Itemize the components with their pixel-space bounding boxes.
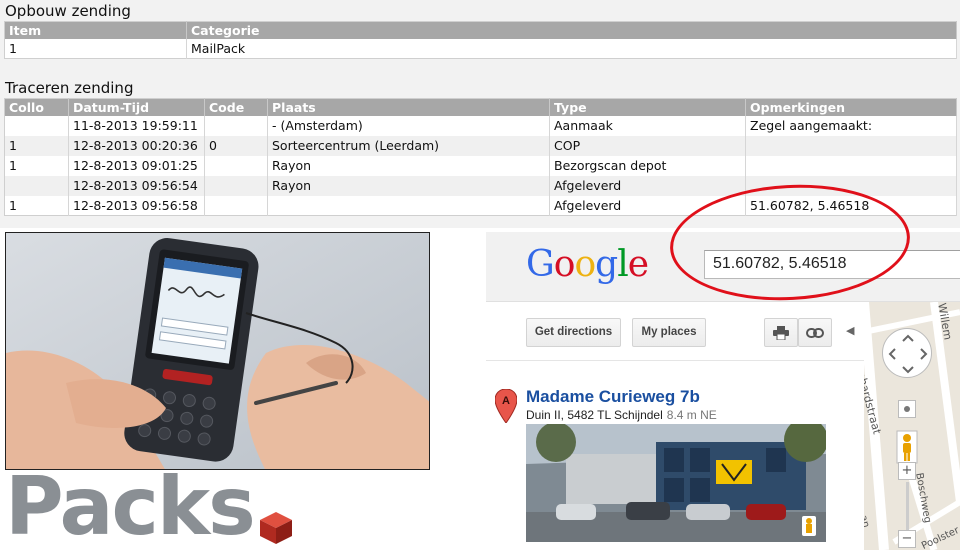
divider bbox=[486, 360, 864, 361]
link-icon bbox=[806, 328, 824, 338]
packs-logo-text: Packs bbox=[5, 460, 256, 550]
opbouw-title: Opbouw zending bbox=[5, 2, 131, 20]
cell-opmerkingen bbox=[745, 135, 957, 156]
scanner-photo bbox=[5, 232, 430, 470]
col-code: Code bbox=[204, 98, 268, 116]
col-datum-tijd: Datum-Tijd bbox=[68, 98, 205, 116]
logo-letter: G bbox=[526, 244, 555, 285]
link-button[interactable] bbox=[798, 318, 832, 347]
cell-code bbox=[204, 155, 268, 176]
cell-datum-tijd: 12-8-2013 00:20:36 bbox=[68, 135, 205, 156]
cell-collo: 1 bbox=[4, 195, 69, 216]
table-row: 1 12-8-2013 09:01:25 Rayon Bezorgscan de… bbox=[4, 155, 957, 176]
cell-type: Bezorgscan depot bbox=[549, 155, 746, 176]
google-logo[interactable]: Google bbox=[526, 244, 649, 285]
opbouw-table: Item Categorie 1 MailPack bbox=[4, 21, 957, 59]
pan-arrows-icon bbox=[888, 334, 928, 374]
cell-type: Afgeleverd bbox=[549, 195, 746, 216]
pegman-icon[interactable] bbox=[896, 430, 918, 464]
cell-plaats: Rayon bbox=[267, 175, 550, 196]
packs-logo: Packs bbox=[5, 460, 305, 550]
address-text: Duin II, 5482 TL Schijndel bbox=[526, 408, 663, 422]
col-item: Item bbox=[4, 21, 187, 39]
col-opmerkingen: Opmerkingen bbox=[745, 98, 957, 116]
traceren-table: Collo Datum-Tijd Code Plaats Type Opmerk… bbox=[4, 98, 957, 216]
result-title-link[interactable]: Madame Curieweg 7b bbox=[526, 387, 700, 407]
cell-collo: 1 bbox=[4, 155, 69, 176]
cell-type: Afgeleverd bbox=[549, 175, 746, 196]
traceren-header-row: Collo Datum-Tijd Code Plaats Type Opmerk… bbox=[4, 98, 957, 116]
map-canvas[interactable]: Bernhardstraat Willem Boschweg an Poolst… bbox=[864, 302, 960, 550]
cell-datum-tijd: 11-8-2013 19:59:11 bbox=[68, 115, 205, 136]
cube-icon bbox=[260, 512, 292, 544]
street-view-thumbnail[interactable] bbox=[526, 424, 826, 542]
cell-code bbox=[204, 175, 268, 196]
tracking-area: Opbouw zending Item Categorie 1 MailPack… bbox=[0, 0, 960, 228]
zoom-in-button[interactable]: + bbox=[898, 462, 916, 480]
table-row: 1 12-8-2013 00:20:36 0 Sorteercentrum (L… bbox=[4, 135, 957, 156]
logo-letter: o bbox=[574, 244, 596, 285]
printer-icon bbox=[773, 326, 789, 341]
zoom-slider-track[interactable] bbox=[906, 482, 909, 530]
collapse-panel-icon[interactable]: ◀ bbox=[846, 324, 854, 337]
cell-type: COP bbox=[549, 135, 746, 156]
cell-code bbox=[204, 115, 268, 136]
my-places-button[interactable]: My places bbox=[632, 318, 706, 347]
cell-collo: 1 bbox=[4, 135, 69, 156]
google-maps-panel: Google 51.60782, 5.46518 Get directions … bbox=[486, 232, 960, 550]
cell-opmerkingen bbox=[745, 175, 957, 196]
col-type: Type bbox=[549, 98, 746, 116]
marker-label: A bbox=[502, 395, 510, 407]
cell-opmerkingen bbox=[745, 155, 957, 176]
logo-letter: e bbox=[627, 244, 649, 285]
locate-icon bbox=[904, 406, 910, 412]
cell-code: 0 bbox=[204, 135, 268, 156]
cell-plaats bbox=[267, 195, 550, 216]
scanner-illustration bbox=[6, 233, 429, 469]
pan-control[interactable] bbox=[882, 328, 932, 378]
cell-type: Aanmaak bbox=[549, 115, 746, 136]
table-row: 12-8-2013 09:56:54 Rayon Afgeleverd bbox=[4, 175, 957, 196]
cell-collo bbox=[4, 115, 69, 136]
cell-code bbox=[204, 195, 268, 216]
print-button[interactable] bbox=[764, 318, 798, 347]
table-row: 1 12-8-2013 09:56:58 Afgeleverd 51.60782… bbox=[4, 195, 957, 216]
locate-button[interactable] bbox=[898, 400, 916, 418]
result-address: Duin II, 5482 TL Schijndel 8.4 m NE bbox=[526, 408, 717, 422]
traceren-title: Traceren zending bbox=[5, 79, 134, 97]
logo-letter: l bbox=[617, 244, 628, 285]
cell-collo bbox=[4, 175, 69, 196]
table-row: 11-8-2013 19:59:11 - (Amsterdam) Aanmaak… bbox=[4, 115, 957, 136]
cell-plaats: - (Amsterdam) bbox=[267, 115, 550, 136]
cell-opmerkingen: 51.60782, 5.46518 bbox=[745, 195, 957, 216]
cell-datum-tijd: 12-8-2013 09:56:58 bbox=[68, 195, 205, 216]
logo-letter: g bbox=[595, 244, 618, 285]
street-view-image bbox=[526, 424, 826, 542]
logo-letter: o bbox=[553, 244, 576, 285]
cell-datum-tijd: 12-8-2013 09:56:54 bbox=[68, 175, 205, 196]
cell-item: 1 bbox=[4, 38, 187, 59]
cell-plaats: Sorteercentrum (Leerdam) bbox=[267, 135, 550, 156]
get-directions-button[interactable]: Get directions bbox=[526, 318, 621, 347]
col-categorie: Categorie bbox=[186, 21, 957, 39]
table-row: 1 MailPack bbox=[4, 38, 957, 59]
col-plaats: Plaats bbox=[267, 98, 550, 116]
cell-opmerkingen: Zegel aangemaakt: bbox=[745, 115, 957, 136]
distance-text: 8.4 m NE bbox=[666, 408, 717, 422]
maps-search-input[interactable]: 51.60782, 5.46518 bbox=[704, 250, 960, 279]
zoom-out-button[interactable]: − bbox=[898, 530, 916, 548]
cell-categorie: MailPack bbox=[186, 38, 957, 59]
cell-plaats: Rayon bbox=[267, 155, 550, 176]
map-marker-icon[interactable]: A bbox=[495, 389, 517, 423]
opbouw-header-row: Item Categorie bbox=[4, 21, 957, 39]
cell-datum-tijd: 12-8-2013 09:01:25 bbox=[68, 155, 205, 176]
maps-header: Google 51.60782, 5.46518 bbox=[486, 232, 960, 302]
col-collo: Collo bbox=[4, 98, 69, 116]
